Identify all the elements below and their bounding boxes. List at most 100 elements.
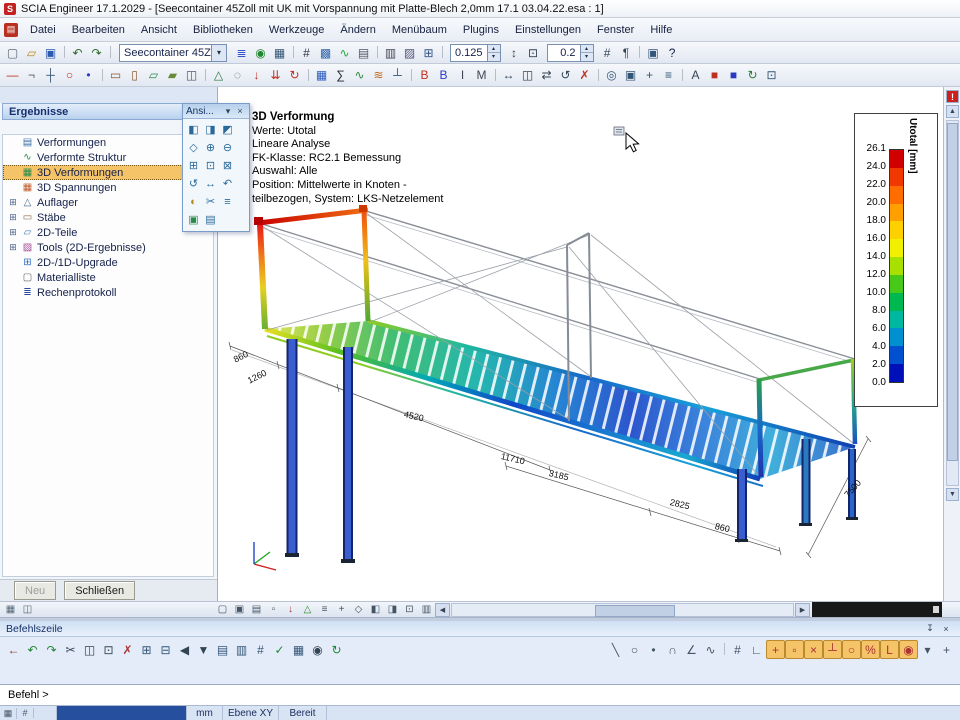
snap-endpoint-icon[interactable]: ▫	[785, 640, 804, 659]
zoom-window-icon[interactable]: ⊞	[185, 157, 202, 175]
concrete-design-icon[interactable]: B	[434, 66, 453, 85]
mesh-refine-icon[interactable]: ▦	[312, 66, 331, 85]
close-icon[interactable]: ×	[234, 106, 246, 116]
vertical-scrollbar-thumb[interactable]	[947, 123, 958, 461]
expand-icon[interactable]: ⊞	[8, 212, 18, 223]
table-input-icon[interactable]: ▤	[213, 640, 232, 659]
profile-library-icon[interactable]: I	[453, 66, 472, 85]
undo-icon[interactable]: ↶	[68, 43, 87, 62]
clipping-icon[interactable]: ✂	[202, 193, 219, 211]
hinge-icon[interactable]: ◌	[228, 66, 247, 85]
save-view-icon[interactable]: ▣	[185, 211, 202, 229]
numbering-icon[interactable]: #	[598, 43, 617, 62]
rendered-view-icon[interactable]: ▣	[231, 601, 248, 618]
spin-up-icon[interactable]	[581, 45, 593, 54]
print-screen-icon[interactable]: ▤	[202, 211, 219, 229]
snap-perpendicular-icon[interactable]: ┴	[823, 640, 842, 659]
zoom-selection-icon[interactable]: ⊠	[219, 157, 236, 175]
menu-datei[interactable]: Datei	[22, 21, 64, 39]
menu-plugins[interactable]: Plugins	[455, 21, 507, 39]
rotate-view-icon[interactable]: ↺	[185, 175, 202, 193]
spin-down-icon[interactable]	[488, 53, 500, 61]
view-params-icon[interactable]: ≡	[219, 193, 236, 211]
view-z-icon[interactable]: ◩	[219, 121, 236, 139]
pin-icon[interactable]: ↧	[922, 621, 938, 636]
show-axes-icon[interactable]: +	[333, 601, 350, 618]
engineering-report-icon[interactable]: ▤	[354, 43, 373, 62]
spin-up-icon[interactable]	[488, 45, 500, 54]
zoom-all-icon[interactable]: ⊡	[202, 157, 219, 175]
draw-line-icon[interactable]: ╲	[606, 640, 625, 659]
separator[interactable]	[373, 44, 381, 61]
layers-icon[interactable]: ≣	[232, 43, 251, 62]
layer-quick-icon[interactable]: ◫	[19, 601, 36, 618]
menu-ansicht[interactable]: Ansicht	[133, 21, 185, 39]
help-icon[interactable]: ?	[663, 43, 682, 62]
target-icon[interactable]: ◉	[308, 640, 327, 659]
print-view-icon[interactable]: ▥	[418, 601, 435, 618]
dock-grip-icon[interactable]: ▦	[2, 601, 19, 618]
separator[interactable]	[304, 67, 312, 84]
cut-icon[interactable]: ✂	[61, 640, 80, 659]
section-line-icon[interactable]: —	[3, 66, 22, 85]
ucs-toggle-icon[interactable]: +	[937, 640, 956, 659]
table-editor-icon[interactable]: ⊞	[419, 43, 438, 62]
status-workplane[interactable]: Ebene XY	[223, 706, 279, 720]
tree-item-tools-2d-ergebnisse[interactable]: ⊞ ▨ Tools (2D-Ergebnisse)	[3, 240, 213, 255]
rotate-tool-icon[interactable]: ↺	[556, 66, 575, 85]
stress-icon[interactable]: ≋	[369, 66, 388, 85]
light-icon[interactable]: ◐	[185, 193, 202, 211]
menu-bibliotheken[interactable]: Bibliotheken	[185, 21, 261, 39]
show-loads-icon[interactable]: ↓	[282, 601, 299, 618]
separator[interactable]	[289, 44, 297, 61]
axonometric-icon[interactable]: ◇	[185, 139, 202, 157]
redo-cmd-icon[interactable]: ↷	[42, 640, 61, 659]
separator[interactable]	[491, 67, 499, 84]
separator[interactable]	[678, 67, 686, 84]
deselect-icon[interactable]: ⊟	[156, 640, 175, 659]
model-canvas[interactable]	[218, 87, 943, 601]
ucs-icon[interactable]: +	[640, 66, 659, 85]
menu-werkzeuge[interactable]: Werkzeuge	[261, 21, 332, 39]
beam-tool-icon[interactable]: ▭	[106, 66, 125, 85]
mesh-display-icon[interactable]: ▦	[289, 640, 308, 659]
separator[interactable]	[438, 44, 446, 61]
screenshot-icon[interactable]: ▣	[644, 43, 663, 62]
close-icon[interactable]: ×	[938, 621, 954, 636]
draw-angle-icon[interactable]: ∠	[682, 640, 701, 659]
filter-icon[interactable]: ▼	[194, 640, 213, 659]
separator[interactable]	[720, 641, 728, 658]
snap-settings-icon[interactable]: ▾	[918, 640, 937, 659]
calculator-icon[interactable]: #	[297, 43, 316, 62]
column-tool-icon[interactable]: ▯	[125, 66, 144, 85]
expand-icon[interactable]: ⊞	[8, 242, 18, 253]
new-project-icon[interactable]: ▢	[3, 43, 22, 62]
opening-tool-icon[interactable]: ◫	[182, 66, 201, 85]
select-all-icon[interactable]: ⊞	[137, 640, 156, 659]
scale-auto-icon[interactable]: ↕	[505, 43, 524, 62]
menu-fenster[interactable]: Fenster	[589, 21, 642, 39]
previous-selection-icon[interactable]: ◀	[175, 640, 194, 659]
menu-hilfe[interactable]: Hilfe	[642, 21, 680, 39]
circle-tool-icon[interactable]: ○	[60, 66, 79, 85]
paste-icon[interactable]: ⊡	[99, 640, 118, 659]
scroll-left-icon[interactable]: ◀	[435, 603, 450, 617]
mesh-scale-input[interactable]: 0.2	[547, 44, 594, 62]
activity-icon[interactable]: ◉	[251, 43, 270, 62]
calculate-icon[interactable]: ∑	[331, 66, 350, 85]
redo-icon[interactable]: ↷	[87, 43, 106, 62]
tree-item-rechenprotokoll[interactable]: ≣ Rechenprotokoll	[3, 285, 213, 300]
select-blue-icon[interactable]: ■	[724, 66, 743, 85]
separator[interactable]	[594, 67, 602, 84]
snap-midpoint-icon[interactable]: +	[766, 640, 785, 659]
scale-lock-icon[interactable]: ⊡	[524, 43, 543, 62]
copy-icon[interactable]: ◫	[518, 66, 537, 85]
surface-view-icon[interactable]: ▤	[248, 601, 265, 618]
save-icon[interactable]: ▣	[41, 43, 60, 62]
snap-percentage-icon[interactable]: %	[861, 640, 880, 659]
material-icon[interactable]: M	[472, 66, 491, 85]
separator[interactable]	[106, 44, 114, 61]
view-direction-icon[interactable]: ◧	[367, 601, 384, 618]
show-supports-icon[interactable]: △	[299, 601, 316, 618]
deformation-icon[interactable]: ∿	[350, 66, 369, 85]
